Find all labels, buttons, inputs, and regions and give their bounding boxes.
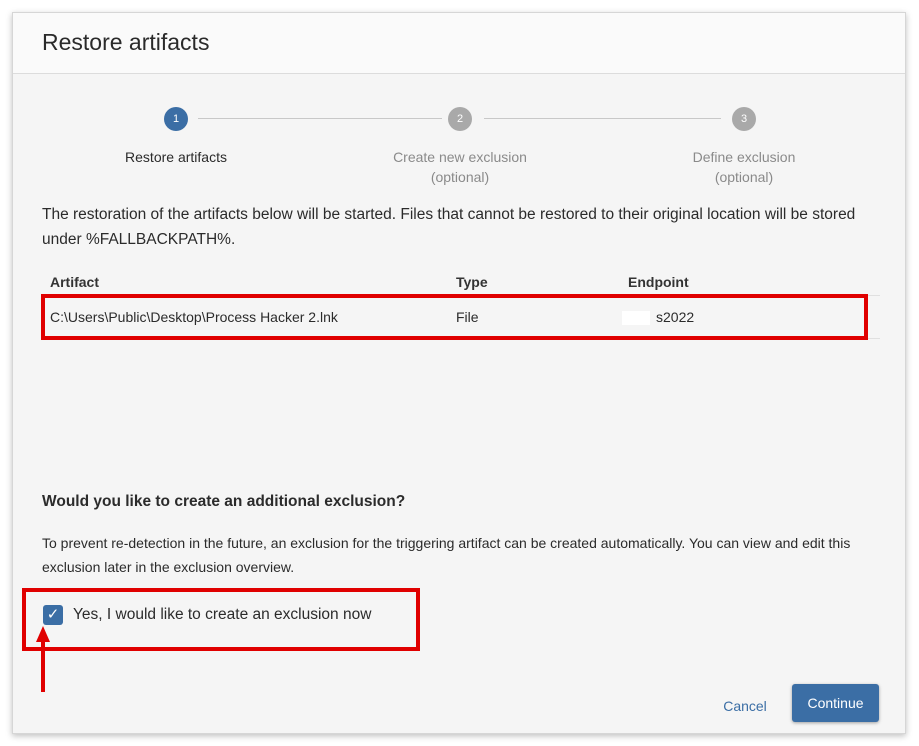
step-3-sublabel: (optional): [714, 169, 774, 185]
step-2-label: Create new exclusion (optional): [360, 147, 560, 187]
checkbox-highlight-annotation: [22, 588, 420, 651]
cancel-button[interactable]: Cancel: [713, 695, 777, 717]
table-header-row: Artifact Type Endpoint: [42, 272, 880, 296]
step-3-label: Define exclusion (optional): [644, 147, 844, 187]
step-connector-2-3: [484, 118, 721, 119]
restoration-intro-text: The restoration of the artifacts below w…: [42, 206, 856, 248]
arrow-up-icon: [36, 626, 50, 692]
dialog-header: Restore artifacts: [13, 13, 905, 74]
column-header-artifact: Artifact: [50, 274, 100, 290]
column-header-type: Type: [456, 274, 488, 290]
step-3-circle: 3: [732, 107, 756, 131]
step-2-title: Create new exclusion: [393, 149, 527, 165]
column-header-endpoint: Endpoint: [628, 274, 689, 290]
step-1-title: Restore artifacts: [125, 149, 227, 165]
stepper: 1 2 3 Restore artifacts Create new exclu…: [13, 107, 905, 197]
step-2-circle: 2: [448, 107, 472, 131]
exclusion-question: Would you like to create an additional e…: [42, 493, 406, 510]
step-3-title: Define exclusion: [692, 149, 796, 165]
step-2-sublabel: (optional): [430, 169, 490, 185]
dialog-title: Restore artifacts: [42, 29, 210, 55]
step-1-circle: 1: [164, 107, 188, 131]
exclusion-explanation: To prevent re-detection in the future, a…: [42, 535, 851, 575]
continue-button[interactable]: Continue: [792, 684, 879, 722]
step-1-label: Restore artifacts: [76, 147, 276, 167]
step-connector-1-2: [198, 118, 442, 119]
row-highlight-annotation: [41, 294, 868, 340]
